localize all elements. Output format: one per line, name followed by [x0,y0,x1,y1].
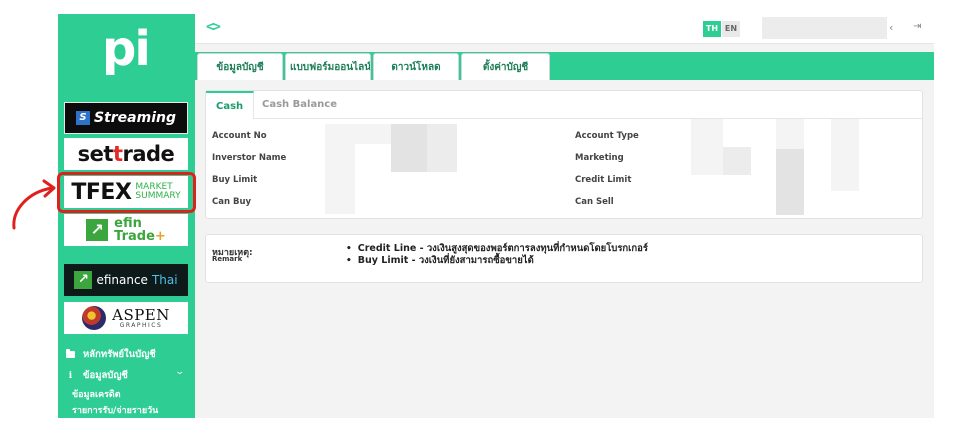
list-item: • Buy Limit - วงเงินที่ยังสามารถซื้อขายได… [346,255,648,267]
sidebar-subitem-credit-info[interactable]: ข้อมูลเครดิต [72,387,121,401]
streaming-logo: S Streaming [76,110,176,126]
sidebar-item-account-info-label: ข้อมูลบัญชี [83,370,128,381]
remark-list: • Credit Line - วงเงินสูงสุดของพอร์ตการลง… [346,243,648,267]
aspen-globe-icon [82,306,107,330]
tab-online-forms[interactable]: แบบฟอร์มออนไลน์ [285,53,371,80]
app-window: pi S Streaming settrade TFEX MARKET SUMM… [58,14,934,418]
tab-cash-balance[interactable]: Cash Balance [252,91,347,119]
efin-trade-plus-link[interactable]: ↗ efin Trade+ [64,214,188,246]
redacted-value [776,149,804,215]
streaming-link[interactable]: S Streaming [64,102,188,134]
sidebar-toggle-icon[interactable]: <> [206,19,221,35]
tab-account-settings[interactable]: ตั้งค่าบัญชี [461,53,550,80]
aspen-line-2: GRAPHICS [119,321,163,329]
aspen-line-1: ASPEN [112,305,170,324]
redacted-value [776,119,804,149]
label-account-type: Account Type [575,131,639,141]
redacted-value [391,124,427,172]
efinancethai-arrow-icon: ↗ [74,271,93,289]
settrade-text-b: t [112,142,123,166]
card-tabs: Cash Cash Balance [206,91,922,119]
aspen-words: ASPEN GRAPHICS [112,305,170,329]
info-icon: i [68,370,73,381]
sidebar-subitem-daily-transactions[interactable]: รายการรับ/จ่ายรายวัน [72,403,158,417]
account-selector[interactable] [762,17,887,39]
remark-item-buy-limit: Buy Limit - วงเงินที่ยังสามารถซื้อขายได้ [357,255,534,266]
streaming-text: Streaming [94,110,176,126]
redacted-value [691,119,723,175]
efinancethai-text-a: efinance [96,273,148,287]
bullet-icon: • [346,244,352,254]
label-can-buy: Can Buy [212,197,252,207]
efin-arrow-icon: ↗ [86,219,109,241]
remark-subtitle: Remark [212,255,243,263]
redacted-value [723,147,751,175]
aspen-graphics-link[interactable]: ASPEN GRAPHICS [64,302,188,334]
logo-text: pi [102,21,151,77]
redacted-value [427,124,457,172]
bullet-icon: • [346,256,352,266]
lang-en-button[interactable]: EN [722,21,740,37]
tab-cash[interactable]: Cash [206,91,255,119]
settrade-logo: settrade [78,142,175,166]
aspen-logo: ASPEN GRAPHICS [82,306,170,330]
settrade-text-c: rade [122,142,175,166]
efinancethai-text-b: Thai [151,273,178,287]
chevron-left-icon[interactable]: ‹ [889,21,893,34]
lang-th-button[interactable]: TH [703,21,721,37]
efin-line-2: Trade+ [114,230,166,243]
label-account-no: Account No [212,131,267,141]
tfex-highlight-box [57,172,196,213]
main-menu-bar: ข้อมูลบัญชี แบบฟอร์มออนไลน์ ดาวน์โหลด ตั… [195,52,934,80]
streaming-mark-icon: S [76,111,90,125]
label-buy-limit: Buy Limit [212,175,258,185]
topbar: <> TH EN ‹ ⇥ [195,14,934,44]
redacted-value [355,124,391,144]
sidebar-item-securities-label: หลักทรัพย์ในบัญชี [83,349,156,360]
remark-card: หมายเหตุ: Remark • Credit Line - วงเงินสู… [205,234,923,283]
sidebar-item-account-info[interactable]: i ข้อมูลบัญชี [66,368,128,383]
sidebar-item-securities[interactable]: หลักทรัพย์ในบัญชี [66,347,156,362]
screenshot-stage: pi S Streaming settrade TFEX MARKET SUMM… [0,0,960,431]
efin-logo: ↗ efin Trade+ [86,217,166,243]
redacted-value [831,119,859,191]
efinancethai-logo: ↗ efinance Thai [74,271,178,289]
efin-trade-text: Trade [114,229,155,244]
label-can-sell: Can Sell [575,197,614,207]
settrade-link[interactable]: settrade [64,138,188,170]
pi-logo[interactable]: pi [102,24,158,80]
folder-icon [66,349,75,358]
efinancethai-link[interactable]: ↗ efinance Thai [64,264,188,296]
logout-icon[interactable]: ⇥ [913,21,921,32]
label-credit-limit: Credit Limit [575,175,632,185]
list-item: • Credit Line - วงเงินสูงสุดของพอร์ตการลง… [346,243,648,255]
chevron-down-icon[interactable]: ⌄ [174,367,185,377]
label-investor-name: Inverstor Name [212,153,287,163]
tab-download[interactable]: ดาวน์โหลด [373,53,459,80]
tab-account-info[interactable]: ข้อมูลบัญชี [197,53,283,80]
label-marketing: Marketing [575,153,624,163]
sidebar: pi S Streaming settrade TFEX MARKET SUMM… [58,14,195,418]
redacted-value [325,124,355,214]
efin-words: efin Trade+ [114,217,166,243]
remark-item-credit-line: Credit Line - วงเงินสูงสุดของพอร์ตการลงท… [357,243,648,254]
settrade-text-a: set [77,142,114,166]
efin-plus-text: + [154,229,166,244]
account-summary-card: Cash Cash Balance Account No Inverstor N… [205,90,923,219]
